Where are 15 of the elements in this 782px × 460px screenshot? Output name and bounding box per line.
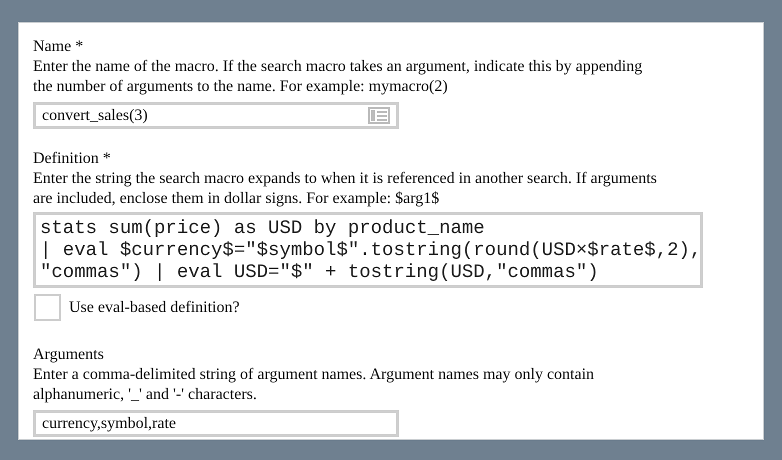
help-text: the number of arguments to the name. For example: mymacro(2) [33, 77, 448, 97]
arguments-field[interactable]: currency,symbol,rate [33, 410, 399, 437]
checkbox[interactable] [34, 294, 61, 321]
help-text: Enter the name of the macro. If the search macro takes an argument, indicate this by appending [33, 57, 642, 77]
name-field[interactable]: convert_sales(3) [33, 102, 399, 129]
help-text: Enter the string the search macro expands to when it is referenced in another search. If arguments [33, 169, 657, 189]
help-text: Enter a comma-delimited string of argument names. Argument names may only contain [33, 365, 594, 385]
definition-field[interactable]: stats sum(price) as USD by product_name | eval $currency$="$symbol$".tostring(round(USD×$rate$,2), "commas") | eval USD="$" + tostring(USD,"commas") [33, 212, 703, 288]
field-label: Name * [33, 37, 84, 57]
checkbox-label: Use eval-based definition? [69, 298, 240, 318]
list-icon[interactable] [368, 107, 390, 124]
field-label: Definition * [33, 149, 111, 169]
field-label: Arguments [33, 345, 104, 365]
help-text: are included, enclose them in dollar signs. For example: $arg1$ [33, 189, 440, 209]
help-text: alphanumeric, '_' and '-' characters. [33, 385, 257, 405]
